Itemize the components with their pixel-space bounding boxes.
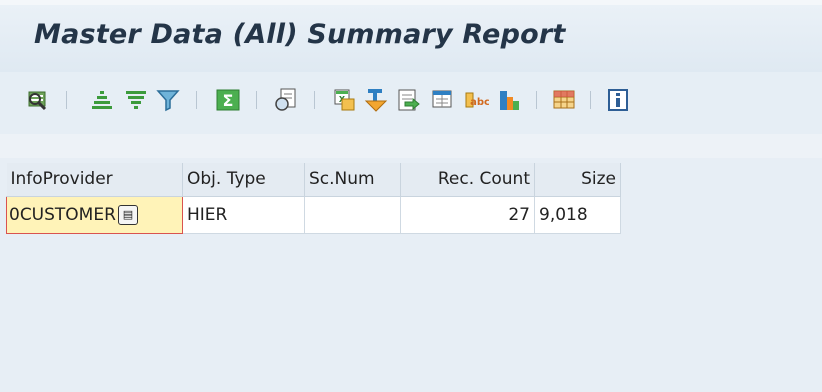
toolbar-separator: [196, 91, 197, 109]
toolbar-strip: [0, 134, 822, 158]
abc-analysis-button[interactable]: [428, 86, 456, 114]
layout-icon: [553, 90, 575, 109]
graphic-button[interactable]: abc: [462, 86, 490, 114]
column-header-obj-type[interactable]: Obj. Type: [182, 163, 305, 197]
page-title: Master Data (All) Summary Report: [34, 19, 566, 50]
cell-infoprovider[interactable]: 0CUSTOMER ▤: [6, 195, 183, 234]
toolbar-separator: [66, 91, 67, 109]
word-processing-icon: [364, 89, 388, 112]
sort-ascending-button[interactable]: [88, 86, 116, 114]
sort-descending-button[interactable]: [122, 86, 150, 114]
svg-text:Σ: Σ: [223, 91, 234, 110]
infoprovider-value: 0CUSTOMER: [9, 204, 116, 225]
grid-header-row: InfoProvider Obj. Type Sc.Num Rec. Count…: [6, 163, 621, 197]
sort-ascending-icon: [92, 91, 112, 109]
word-processing-button[interactable]: [362, 86, 390, 114]
cell-obj-type[interactable]: HIER: [182, 196, 305, 234]
sum-icon: Σ: [216, 89, 240, 111]
info-button[interactable]: [604, 86, 632, 114]
title-bar: Master Data (All) Summary Report: [0, 0, 822, 72]
column-header-rec-count[interactable]: Rec. Count: [400, 163, 535, 197]
export-spreadsheet-icon: X: [334, 89, 355, 111]
graphic-icon: abc: [465, 92, 489, 108]
report-grid: InfoProvider Obj. Type Sc.Num Rec. Count…: [6, 163, 621, 234]
local-file-icon: [398, 89, 420, 111]
local-file-button[interactable]: [394, 86, 422, 114]
export-spreadsheet-button[interactable]: X: [330, 86, 358, 114]
info-icon: [608, 89, 628, 111]
value-help-icon[interactable]: ▤: [117, 204, 138, 225]
cell-sc-num[interactable]: [304, 196, 401, 234]
total-button[interactable]: Σ: [214, 86, 242, 114]
sort-descending-icon: [126, 91, 146, 109]
cell-size[interactable]: 9,018: [534, 196, 621, 234]
print-preview-icon: [275, 88, 296, 111]
filter-button[interactable]: [154, 86, 182, 114]
toolbar: Σ X: [0, 72, 822, 134]
toolbar-separator: [314, 91, 315, 109]
table-row: 0CUSTOMER ▤ HIER 27 9,018: [6, 195, 621, 234]
details-button[interactable]: [24, 86, 52, 114]
change-layout-button[interactable]: [550, 86, 578, 114]
filter-icon: [156, 90, 180, 112]
column-header-infoprovider[interactable]: InfoProvider: [6, 163, 183, 197]
print-preview-button[interactable]: [272, 86, 300, 114]
svg-text:abc: abc: [470, 97, 489, 108]
cell-rec-count[interactable]: 27: [400, 196, 535, 234]
abc-analysis-icon: [432, 90, 452, 108]
details-icon: [28, 91, 47, 111]
toolbar-separator: [590, 91, 591, 109]
column-header-size[interactable]: Size: [534, 163, 621, 197]
toolbar-separator: [256, 91, 257, 109]
chart-button[interactable]: [496, 86, 524, 114]
chart-icon: [500, 91, 519, 110]
toolbar-separator: [536, 91, 537, 109]
column-header-sc-num[interactable]: Sc.Num: [304, 163, 401, 197]
